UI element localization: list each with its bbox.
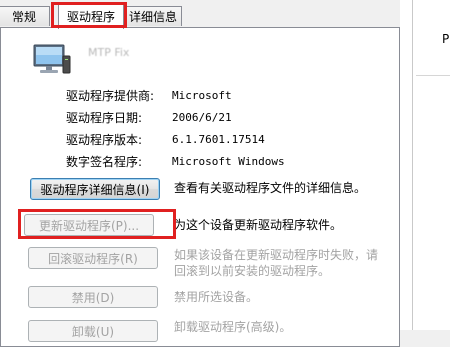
update-driver-desc: 为这个设备更新驱动程序软件。 [174,218,343,232]
tab-strip: 常规 驱动程序 详细信息 [0,0,400,29]
signer-label: 数字签名程序: [66,154,143,169]
uninstall-driver-button[interactable]: 卸载(U) [28,320,158,342]
device-name: MTP Fix [88,46,130,59]
property-row: 数字签名程序: Microsoft Windows [66,150,285,172]
rollback-driver-desc-line2: 回滚到以前安装的驱动程序。 [174,264,331,278]
date-label: 驱动程序日期: [66,110,143,125]
monitor-icon [33,44,71,74]
uninstall-driver-desc: 卸载驱动程序(高级)。 [174,320,292,334]
driver-details-button[interactable]: 驱动程序详细信息(I) [30,178,160,200]
date-value: 2006/6/21 [172,110,232,124]
provider-label: 驱动程序提供商: [66,88,155,103]
driver-details-desc: 查看有关驱动程序文件的详细信息。 [174,181,367,195]
rollback-driver-desc-line1: 如果该设备在更新驱动程序时失败，请 [174,248,379,262]
tab-driver[interactable]: 驱动程序 [58,3,124,29]
disable-device-desc: 禁用所选设备。 [174,290,259,304]
tab-general[interactable]: 常规 [0,6,50,26]
window-edge [412,0,413,330]
background-window [400,0,450,330]
background-divider [416,75,450,76]
signer-value: Microsoft Windows [172,154,285,168]
property-row: 驱动程序日期: 2006/6/21 [66,106,285,128]
rollback-driver-button[interactable]: 回滚驱动程序(R) [28,247,158,269]
disable-device-button[interactable]: 禁用(D) [28,286,158,308]
property-row: 驱动程序版本: 6.1.7601.17514 [66,128,285,150]
driver-properties: 驱动程序提供商: Microsoft 驱动程序日期: 2006/6/21 驱动程… [66,84,285,172]
provider-value: Microsoft [172,88,232,102]
update-driver-button[interactable]: 更新驱动程序(P)... [24,214,154,236]
version-label: 驱动程序版本: [66,132,143,147]
version-value: 6.1.7601.17514 [172,132,265,146]
background-window-text: P [442,32,450,46]
property-row: 驱动程序提供商: Microsoft [66,84,285,106]
tab-details[interactable]: 详细信息 [124,6,182,26]
